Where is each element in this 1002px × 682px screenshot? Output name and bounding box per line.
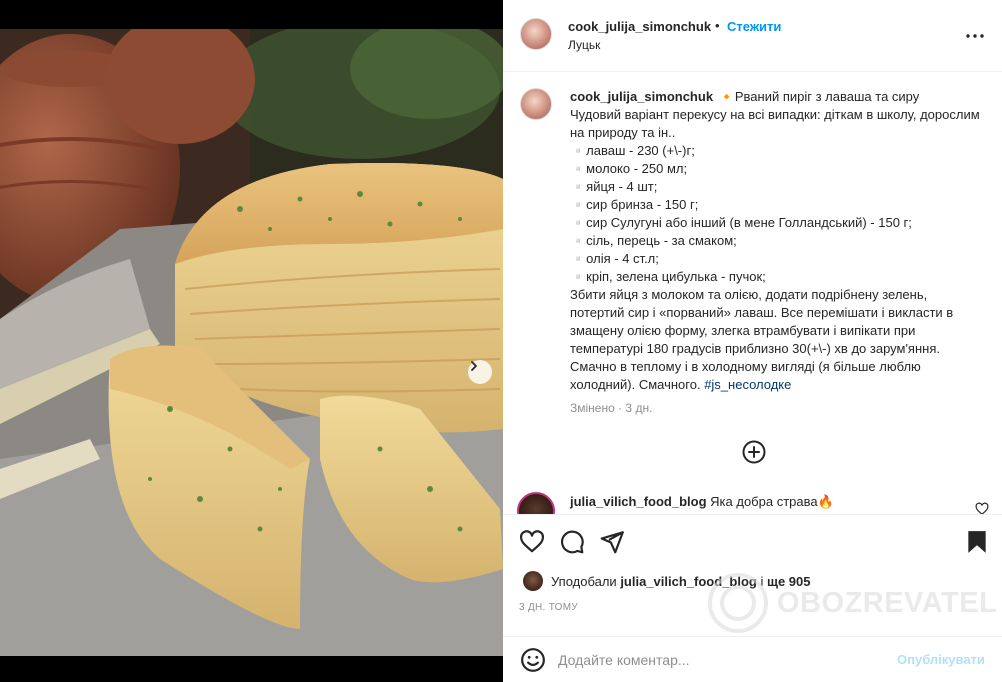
bookmark-icon[interactable] xyxy=(964,529,990,555)
comment-icon[interactable] xyxy=(559,529,585,555)
chevron-right-icon xyxy=(471,361,477,371)
caption-author-avatar[interactable] xyxy=(520,88,552,120)
caption-username[interactable]: cook_julija_simonchuk xyxy=(570,89,713,104)
post-details-panel: cook_julija_simonchuk • Стежити Луцьк co… xyxy=(503,0,1002,682)
post-timestamp[interactable]: 3 ДН. ТОМУ xyxy=(519,602,578,613)
likes-prefix: Уподобали xyxy=(551,573,621,589)
watermark: OBOZREVATEL xyxy=(707,572,997,634)
heart-icon[interactable] xyxy=(519,529,545,555)
caption-text: 🔸Рваний пиріг з лаваша та сиру Чудовий в… xyxy=(570,89,980,392)
comment-item: julia_vilich_food_blog Яка добра страва🔥 xyxy=(503,490,1002,514)
post-header: cook_julija_simonchuk • Стежити Луцьк xyxy=(503,0,1002,72)
post-photo[interactable] xyxy=(0,29,503,656)
comment-text: julia_vilich_food_blog Яка добра страва🔥 xyxy=(570,494,834,510)
watermark-text: OBOZREVATEL xyxy=(777,586,998,619)
liker-avatar[interactable] xyxy=(523,571,543,591)
more-options-icon[interactable] xyxy=(963,24,987,48)
follow-button[interactable]: Стежити xyxy=(727,19,781,34)
add-comment-bar: Опублікувати xyxy=(503,636,1002,682)
post-location[interactable]: Луцьк xyxy=(568,38,600,52)
emoji-icon[interactable] xyxy=(520,647,546,673)
caption-edited-time: Змінено · 3 дн. xyxy=(570,401,653,415)
send-icon[interactable] xyxy=(599,529,625,555)
post-actions-bar xyxy=(503,514,1002,568)
caption-hashtag[interactable]: #js_несолодке xyxy=(704,377,791,392)
author-avatar[interactable] xyxy=(520,18,552,50)
post-caption: cook_julija_simonchuk 🔸Рваний пиріг з ла… xyxy=(570,88,980,394)
comments-scroll-area[interactable]: cook_julija_simonchuk 🔸Рваний пиріг з ла… xyxy=(503,72,1002,514)
comment-like-icon[interactable] xyxy=(975,502,989,514)
obozrevatel-logo-icon xyxy=(708,573,768,633)
comment-body: Яка добра страва🔥 xyxy=(710,494,834,509)
commenter-avatar[interactable] xyxy=(517,492,555,514)
load-more-comments-icon[interactable] xyxy=(741,439,767,465)
next-photo-button[interactable] xyxy=(468,360,492,384)
author-username[interactable]: cook_julija_simonchuk xyxy=(568,19,711,34)
publish-button[interactable]: Опублікувати xyxy=(897,652,985,667)
commenter-username[interactable]: julia_vilich_food_blog xyxy=(570,494,707,509)
food-photo-illustration xyxy=(0,29,503,656)
separator-dot: • xyxy=(715,18,720,33)
comment-input[interactable] xyxy=(558,649,878,671)
